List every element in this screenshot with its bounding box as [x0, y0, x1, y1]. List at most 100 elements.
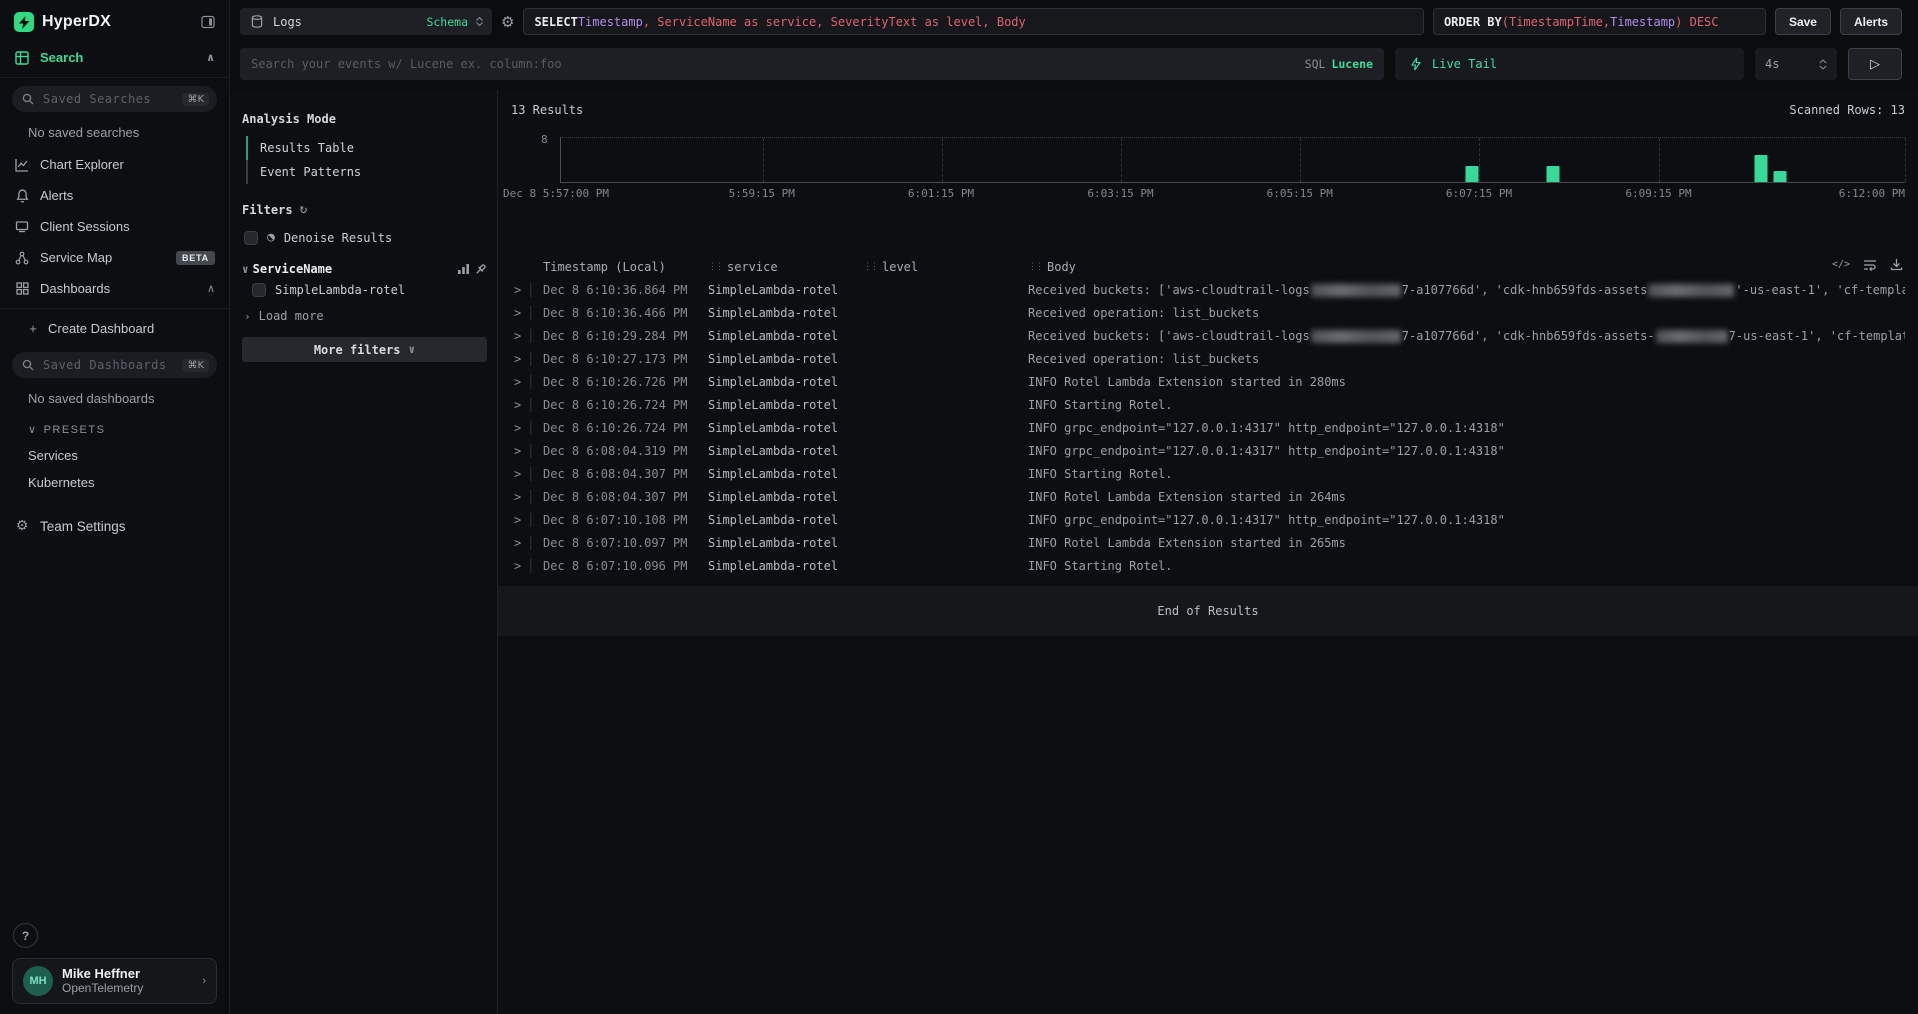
source-selector[interactable]: Logs Schema [240, 8, 492, 35]
cell-service: SimpleLambda-rotel [708, 417, 863, 440]
no-saved-dashboards-text: No saved dashboards [0, 382, 229, 415]
gear-icon: ⚙ [14, 518, 30, 534]
row-expand-icon[interactable]: >│ [511, 371, 543, 394]
run-query-play-button[interactable]: ▷ [1848, 48, 1902, 80]
table-row[interactable]: >│Dec 8 6:10:26.724 PMSimpleLambda-rotel… [511, 417, 1905, 440]
cell-level [863, 532, 1028, 555]
x-axis-tick-label: Dec 8 5:57:00 PM [503, 187, 609, 200]
row-expand-icon[interactable]: >│ [511, 302, 543, 325]
drag-handle-icon[interactable]: ⋮⋮ [863, 262, 877, 272]
sidebar: HyperDX Search ∧ Saved Searches ⌘K No sa… [0, 0, 230, 1014]
analysis-modes: Results Table Event Patterns [242, 136, 487, 184]
schema-link[interactable]: Schema [426, 15, 468, 29]
code-view-icon[interactable]: </> [1832, 259, 1850, 270]
histogram-bar[interactable] [1774, 171, 1787, 182]
bar-chart-icon[interactable] [457, 263, 470, 275]
x-axis-tick-label: 6:12:00 PM [1839, 187, 1905, 200]
row-expand-icon[interactable]: >│ [511, 325, 543, 348]
row-expand-icon[interactable]: >│ [511, 463, 543, 486]
table-row[interactable]: >│Dec 8 6:10:26.726 PMSimpleLambda-rotel… [511, 371, 1905, 394]
row-expand-icon[interactable]: >│ [511, 532, 543, 555]
row-expand-icon[interactable]: >│ [511, 394, 543, 417]
chart-gridline [1479, 138, 1480, 182]
user-profile-card[interactable]: MH Mike Heffner OpenTelemetry › [12, 958, 217, 1004]
sidebar-item-client-sessions[interactable]: Client Sessions [0, 211, 229, 242]
table-row[interactable]: >│Dec 8 6:08:04.307 PMSimpleLambda-rotel… [511, 486, 1905, 509]
histogram-bar[interactable] [1546, 166, 1559, 183]
chart-gridline [1300, 138, 1301, 182]
row-expand-icon[interactable]: >│ [511, 486, 543, 509]
collapse-sidebar-icon[interactable] [201, 15, 215, 29]
table-row[interactable]: >│Dec 8 6:10:36.864 PMSimpleLambda-rotel… [511, 279, 1905, 302]
preset-kubernetes[interactable]: Kubernetes [0, 469, 229, 496]
sidebar-item-label: Alerts [40, 188, 215, 203]
denoise-filter-row[interactable]: ◑ Denoise Results [242, 223, 487, 252]
wrap-lines-icon[interactable] [1863, 259, 1877, 271]
presets-toggle[interactable]: ∨ PRESETS [0, 415, 229, 442]
live-tail-button[interactable]: Live Tail [1395, 48, 1744, 80]
saved-searches-input[interactable]: Saved Searches ⌘K [12, 86, 217, 112]
row-expand-icon[interactable]: >│ [511, 279, 543, 302]
load-more-toggle[interactable]: › Load more [242, 304, 487, 331]
chevron-right-icon: › [244, 310, 251, 323]
download-icon[interactable] [1890, 258, 1903, 271]
save-button[interactable]: Save [1775, 8, 1831, 35]
histogram-bar[interactable] [1755, 155, 1768, 183]
order-by-input[interactable]: ORDER BY (TimestampTime, Timestamp) DESC [1433, 8, 1766, 35]
row-expand-icon[interactable]: >│ [511, 555, 543, 578]
alerts-button[interactable]: Alerts [1840, 8, 1902, 35]
pin-icon[interactable] [474, 263, 487, 276]
servicename-group-toggle[interactable]: ∨ ServiceName [242, 262, 487, 276]
cell-body: INFO grpc_endpoint="127.0.0.1:4317" http… [1028, 509, 1905, 532]
sidebar-item-alerts[interactable]: Alerts [0, 180, 229, 211]
table-row[interactable]: >│Dec 8 6:07:10.096 PMSimpleLambda-rotel… [511, 555, 1905, 578]
sidebar-item-team-settings[interactable]: ⚙ Team Settings [0, 510, 229, 542]
refresh-interval-select[interactable]: 4s [1755, 48, 1837, 80]
topbar-row-search: Search your events w/ Lucene ex. column:… [240, 48, 1902, 80]
y-axis-tick-label: 8 [541, 133, 548, 146]
row-expand-icon[interactable]: >│ [511, 348, 543, 371]
preset-services[interactable]: Services [0, 442, 229, 469]
denoise-checkbox[interactable] [244, 231, 258, 245]
chevron-up-icon[interactable]: ∧ [206, 51, 215, 64]
drag-handle-icon[interactable]: ⋮⋮ [708, 262, 722, 272]
service-filter-row[interactable]: SimpleLambda-rotel [250, 276, 487, 304]
table-row[interactable]: >│Dec 8 6:07:10.108 PMSimpleLambda-rotel… [511, 509, 1905, 532]
chart-plot[interactable] [560, 137, 1905, 183]
sidebar-item-chart-explorer[interactable]: Chart Explorer [0, 149, 229, 180]
histogram-bar[interactable] [1466, 166, 1479, 183]
mode-event-patterns[interactable]: Event Patterns [246, 160, 487, 184]
cell-timestamp: Dec 8 6:10:29.284 PM [543, 325, 708, 348]
service-checkbox[interactable] [252, 283, 266, 297]
chevron-up-icon[interactable]: ∧ [207, 282, 215, 295]
scanned-rows: Scanned Rows: 13 [1789, 103, 1905, 117]
row-expand-icon[interactable]: >│ [511, 417, 543, 440]
row-expand-icon[interactable]: >│ [511, 440, 543, 463]
create-dashboard-button[interactable]: + Create Dashboard [0, 313, 229, 344]
row-expand-icon[interactable]: >│ [511, 509, 543, 532]
table-row[interactable]: >│Dec 8 6:07:10.097 PMSimpleLambda-rotel… [511, 532, 1905, 555]
table-row[interactable]: >│Dec 8 6:08:04.319 PMSimpleLambda-rotel… [511, 440, 1905, 463]
table-row[interactable]: >│Dec 8 6:10:36.466 PMSimpleLambda-rotel… [511, 302, 1905, 325]
table-row[interactable]: >│Dec 8 6:10:27.173 PMSimpleLambda-rotel… [511, 348, 1905, 371]
select-query-input[interactable]: SELECT Timestamp, ServiceName as service… [523, 8, 1424, 35]
saved-dashboards-input[interactable]: Saved Dashboards ⌘K [12, 352, 217, 378]
sidebar-item-search[interactable]: Search ∧ [0, 42, 229, 73]
mode-results-table[interactable]: Results Table [246, 136, 487, 160]
table-row[interactable]: >│Dec 8 6:10:26.724 PMSimpleLambda-rotel… [511, 394, 1905, 417]
event-search-input[interactable]: Search your events w/ Lucene ex. column:… [240, 48, 1384, 80]
sql-mode-toggle[interactable]: SQL [1305, 57, 1326, 71]
sidebar-item-dashboards[interactable]: Dashboards ∧ [0, 273, 229, 304]
cell-timestamp: Dec 8 6:08:04.307 PM [543, 486, 708, 509]
drag-handle-icon[interactable]: ⋮⋮ [1028, 262, 1042, 272]
more-filters-button[interactable]: More filters ∨ [242, 337, 487, 362]
lucene-mode-toggle[interactable]: Lucene [1331, 57, 1373, 71]
x-axis-tick-label: 6:07:15 PM [1446, 187, 1512, 200]
refresh-icon[interactable]: ↻ [300, 202, 308, 217]
table-row[interactable]: >│Dec 8 6:08:04.307 PMSimpleLambda-rotel… [511, 463, 1905, 486]
table-row[interactable]: >│Dec 8 6:10:29.284 PMSimpleLambda-rotel… [511, 325, 1905, 348]
help-button[interactable]: ? [13, 923, 38, 948]
source-settings-gear-icon[interactable]: ⚙ [501, 13, 514, 31]
stepper-icons[interactable] [1819, 59, 1827, 70]
sidebar-item-service-map[interactable]: Service Map BETA [0, 242, 229, 273]
